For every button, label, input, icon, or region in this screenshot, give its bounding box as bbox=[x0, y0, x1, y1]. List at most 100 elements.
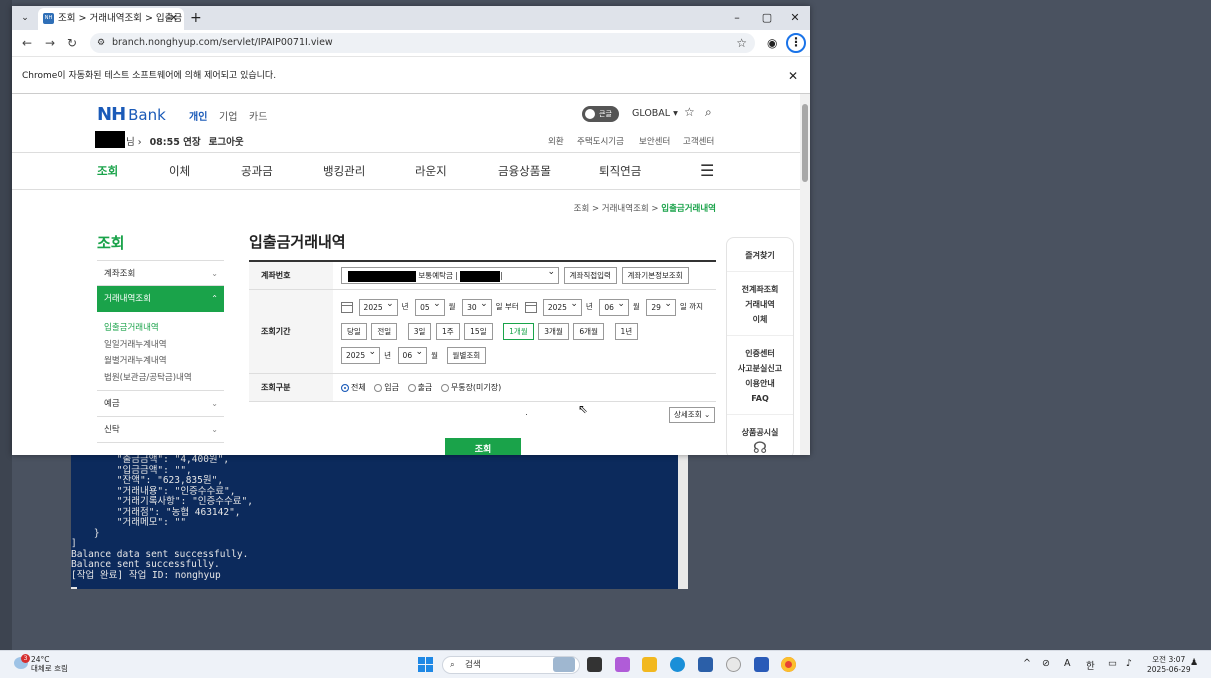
lnb-item-account[interactable]: 계좌조회 ⌄ bbox=[97, 260, 224, 286]
monthly-month-select[interactable]: 06 bbox=[397, 345, 428, 364]
weather-widget[interactable]: 3 24°C 대체로 흐림 bbox=[14, 654, 68, 673]
forward-icon[interactable]: → bbox=[45, 30, 55, 56]
url-field[interactable]: ⚙ branch.nonghyup.com/servlet/IPAIP0071I… bbox=[90, 33, 755, 53]
site-info-icon[interactable]: ⚙ bbox=[97, 33, 105, 53]
windows-start-icon[interactable] bbox=[418, 657, 433, 672]
console-window[interactable]: "출금금액": "4,400원", "입금금액": "", "잔액": "623… bbox=[71, 453, 688, 589]
lnb-sub-daily[interactable]: 일일거래누계내역 bbox=[104, 337, 224, 354]
account-select[interactable]: 보통예탁금 | | bbox=[341, 265, 559, 284]
infobar-close-icon[interactable]: ✕ bbox=[788, 57, 798, 95]
global-menu[interactable]: GLOBAL ▾ bbox=[632, 108, 678, 119]
lnb-sub-monthly[interactable]: 월별거래누계내역 bbox=[104, 353, 224, 370]
quick-faq[interactable]: FAQ bbox=[727, 391, 793, 406]
notification-bell-icon[interactable]: ♟ bbox=[1190, 658, 1198, 668]
detail-search-button[interactable]: 상세조회 ⌄ bbox=[669, 407, 716, 423]
to-year-select[interactable]: 2025 bbox=[542, 297, 582, 316]
nh-bank-logo[interactable]: NH Bank bbox=[97, 104, 166, 125]
kind-nobook-radio[interactable] bbox=[440, 383, 449, 392]
quick-yesterday[interactable]: 전일 bbox=[371, 322, 398, 340]
nav-product-mall[interactable]: 금융상품몰 bbox=[498, 153, 551, 189]
kind-all-radio[interactable] bbox=[341, 383, 349, 392]
nav-public-fees[interactable]: 공과금 bbox=[241, 153, 273, 189]
logout-link[interactable]: 로그아웃 bbox=[209, 137, 244, 148]
toplink-personal[interactable]: 개인 bbox=[189, 108, 207, 123]
hamburger-menu-icon[interactable]: ☰ bbox=[700, 153, 714, 189]
nav-inquiry[interactable]: 조회 bbox=[97, 153, 118, 189]
search-icon[interactable]: ⌕ bbox=[705, 105, 712, 120]
console-scrollbar[interactable] bbox=[678, 453, 688, 589]
session-extend[interactable]: 08:55 연장 bbox=[150, 137, 201, 148]
quick-transfer[interactable]: 이체 bbox=[727, 312, 793, 327]
quick-1month[interactable]: 1개월 bbox=[503, 322, 534, 340]
util-link-fx[interactable]: 외환 bbox=[548, 135, 564, 147]
nav-transfer[interactable]: 이체 bbox=[169, 153, 190, 189]
scroll-thumb[interactable] bbox=[802, 104, 808, 182]
calendar-icon[interactable] bbox=[341, 301, 353, 313]
edge-icon[interactable] bbox=[670, 657, 685, 672]
large-text-toggle[interactable]: 큰글 bbox=[582, 106, 619, 122]
lnb-sub-court[interactable]: 법원(보관금/공탁금)내역 bbox=[104, 370, 224, 387]
from-month-select[interactable]: 05 bbox=[415, 297, 445, 316]
quick-6months[interactable]: 6개월 bbox=[573, 322, 604, 340]
new-tab-button[interactable]: + bbox=[190, 8, 202, 28]
maximize-button[interactable]: ▢ bbox=[752, 6, 782, 30]
search-button[interactable]: 조회 bbox=[445, 438, 521, 455]
to-month-select[interactable]: 06 bbox=[599, 297, 629, 316]
tray-network-icon[interactable]: ⊘ bbox=[1042, 658, 1050, 669]
store-icon[interactable] bbox=[698, 657, 713, 672]
kind-deposit-radio[interactable] bbox=[374, 383, 383, 392]
monthly-year-select[interactable]: 2025 bbox=[341, 345, 381, 364]
reload-icon[interactable]: ↻ bbox=[67, 30, 77, 56]
quick-all-accounts[interactable]: 전계좌조회 bbox=[727, 282, 793, 297]
calendar-icon[interactable] bbox=[525, 301, 538, 313]
quick-cert-center[interactable]: 인증센터 bbox=[727, 346, 793, 361]
nav-lounge[interactable]: 라운지 bbox=[415, 153, 447, 189]
bookmark-star-icon[interactable]: ☆ bbox=[736, 33, 747, 53]
quick-1year[interactable]: 1년 bbox=[614, 322, 639, 340]
quick-15days[interactable]: 15일 bbox=[464, 322, 493, 340]
powershell-icon[interactable] bbox=[754, 657, 769, 672]
chrome-menu-icon[interactable]: ⋮ bbox=[786, 33, 806, 53]
profile-icon[interactable]: ◉ bbox=[767, 30, 777, 56]
tray-ime-han[interactable]: 한 bbox=[1086, 658, 1095, 672]
task-view-icon[interactable] bbox=[587, 657, 602, 672]
clock-app-icon[interactable] bbox=[726, 657, 741, 672]
from-day-select[interactable]: 30 bbox=[462, 297, 492, 316]
kind-withdrawal-radio[interactable] bbox=[407, 383, 416, 392]
search-highlight-icon[interactable] bbox=[553, 657, 575, 672]
quick-today[interactable]: 당일 bbox=[341, 322, 367, 340]
lnb-item-deposit[interactable]: 예금 ⌄ bbox=[97, 391, 224, 417]
tab-close-icon[interactable]: ✕ bbox=[170, 8, 178, 30]
nav-banking-mgmt[interactable]: 뱅킹관리 bbox=[323, 153, 365, 189]
util-link-housing-fund[interactable]: 주택도시기금 bbox=[577, 135, 624, 147]
active-tab[interactable]: NH 조회 > 거래내역조회 > 입출금 ✕ bbox=[38, 8, 184, 30]
direct-account-button[interactable]: 계좌직접입력 bbox=[563, 267, 617, 284]
back-icon[interactable]: ← bbox=[22, 30, 32, 56]
minimize-button[interactable]: – bbox=[722, 6, 752, 30]
tray-overflow-icon[interactable]: ^ bbox=[1023, 658, 1031, 669]
to-day-select[interactable]: 29 bbox=[646, 297, 676, 316]
quick-loss-report[interactable]: 사고분실신고 bbox=[727, 361, 793, 376]
account-info-button[interactable]: 계좌기본정보조회 bbox=[621, 267, 689, 284]
favorite-star-icon[interactable]: ☆ bbox=[684, 105, 695, 119]
lnb-sub-deposit-withdrawal[interactable]: 입출금거래내역 bbox=[104, 320, 224, 337]
toplink-business[interactable]: 기업 bbox=[219, 108, 237, 123]
close-window-button[interactable]: ✕ bbox=[780, 6, 810, 30]
system-clock[interactable]: 오전 3:07 2025-06-29 bbox=[1147, 655, 1191, 674]
page-scrollbar[interactable] bbox=[800, 94, 810, 455]
nav-pension[interactable]: 퇴직연금 bbox=[599, 153, 641, 189]
from-year-select[interactable]: 2025 bbox=[358, 297, 398, 316]
util-link-security[interactable]: 보안센터 bbox=[639, 135, 670, 147]
tray-ime-a[interactable]: A bbox=[1064, 658, 1071, 669]
lnb-item-history[interactable]: 거래내역조회 ⌃ bbox=[97, 286, 224, 312]
headset-icon[interactable]: ☊ bbox=[727, 440, 793, 456]
tab-search-icon[interactable]: ⌄ bbox=[16, 9, 34, 27]
tray-display-icon[interactable]: ▭ bbox=[1108, 658, 1117, 669]
quick-guide[interactable]: 이용안내 bbox=[727, 376, 793, 391]
tray-volume-icon[interactable]: ♪ bbox=[1126, 658, 1132, 669]
quick-3days[interactable]: 3일 bbox=[407, 322, 432, 340]
monthly-search-button[interactable]: 월별조회 bbox=[446, 347, 487, 364]
util-link-customer[interactable]: 고객센터 bbox=[683, 135, 714, 147]
quick-3months[interactable]: 3개월 bbox=[538, 322, 569, 340]
copilot-icon[interactable] bbox=[615, 657, 630, 672]
